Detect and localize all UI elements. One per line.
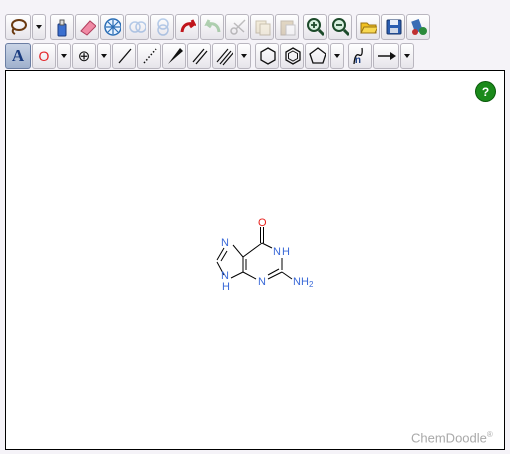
molecule-drawing[interactable]: O N H N N N H NH 2 — [212, 212, 322, 294]
open-button[interactable] — [356, 14, 380, 40]
bond-c2-nh2 — [281, 271, 293, 280]
cut-button[interactable] — [225, 14, 249, 40]
open-folder-icon — [360, 22, 377, 34]
arrow-dropdown-button[interactable] — [400, 43, 414, 69]
redo-icon — [204, 19, 221, 33]
single-bond-button[interactable] — [112, 43, 136, 69]
cut-icon — [230, 19, 246, 35]
settings-button[interactable] — [406, 14, 430, 40]
arrow-icon — [378, 52, 396, 60]
single-bond-icon — [118, 48, 132, 64]
atom-nh2-subscript: 2 — [309, 280, 314, 289]
flip-vertical-button[interactable] — [150, 14, 174, 40]
hashed-bond-icon — [143, 48, 157, 64]
center-icon — [104, 18, 121, 36]
copy-icon — [255, 20, 271, 36]
atom-nh2: NH — [293, 276, 309, 288]
zoom-in-button[interactable] — [303, 14, 327, 40]
charge-dropdown-button[interactable] — [97, 43, 111, 69]
atom-o: O — [258, 217, 267, 229]
element-dropdown-button[interactable] — [57, 43, 71, 69]
atom-n9-h: H — [222, 281, 230, 293]
chevron-down-icon — [101, 54, 107, 58]
flip-horizontal-icon — [129, 21, 146, 33]
atom-n1: N — [273, 246, 281, 258]
brand-name: ChemDoodle — [411, 430, 487, 446]
bond-n3-c4 — [242, 271, 257, 280]
label-tool-button[interactable]: A — [5, 43, 31, 69]
zoom-out-button[interactable] — [328, 14, 352, 40]
chevron-down-icon — [36, 25, 42, 29]
zoom-out-icon — [332, 18, 349, 37]
wedge-bond-button[interactable] — [162, 43, 186, 69]
lasso-button[interactable] — [5, 14, 31, 40]
benzene-icon — [285, 47, 301, 65]
lasso-dropdown-button[interactable] — [32, 14, 46, 40]
bond-c5-c6 — [242, 242, 263, 258]
eraser-icon — [80, 20, 96, 36]
bond-n9-c4 — [230, 271, 244, 279]
undo-icon — [180, 19, 196, 33]
help-icon: ? — [481, 84, 490, 99]
chevron-down-icon — [404, 54, 410, 58]
charge-icon: ⊕ — [77, 47, 91, 65]
copy-button[interactable] — [250, 14, 274, 40]
charge-button[interactable]: ⊕ — [72, 43, 96, 69]
cyclohexane-icon — [260, 47, 276, 65]
help-button[interactable]: ? — [476, 82, 495, 101]
hashed-bond-button[interactable] — [137, 43, 161, 69]
cyclohexane-button[interactable] — [255, 43, 279, 69]
cyclopentane-button[interactable] — [305, 43, 329, 69]
triple-bond-icon — [216, 48, 233, 66]
chevron-down-icon — [241, 54, 247, 58]
atom-n1-h: H — [282, 246, 290, 258]
bond-c2-n3 — [267, 271, 283, 280]
label-tool-icon: A — [11, 46, 25, 65]
clear-icon — [57, 19, 67, 37]
atom-n3: N — [258, 276, 266, 288]
atom-n7: N — [221, 237, 229, 249]
redo-button[interactable] — [200, 14, 224, 40]
chevron-down-icon — [334, 54, 340, 58]
bond-dropdown-button[interactable] — [237, 43, 251, 69]
ring-dropdown-button[interactable] — [330, 43, 344, 69]
paste-button[interactable] — [275, 14, 299, 40]
benzene-button[interactable] — [280, 43, 304, 69]
save-icon — [386, 19, 402, 35]
brand-mark: ® — [486, 430, 493, 439]
flip-horizontal-button[interactable] — [125, 14, 149, 40]
element-button[interactable]: O — [32, 43, 56, 69]
settings-icon — [411, 18, 427, 35]
main-toolbar — [5, 13, 431, 41]
chain-label: n — [354, 54, 361, 66]
brand-watermark: ChemDoodle® — [411, 430, 493, 445]
wedge-bond-icon — [168, 48, 183, 64]
chevron-down-icon — [61, 54, 67, 58]
undo-button[interactable] — [175, 14, 199, 40]
lasso-icon — [11, 19, 27, 35]
drawing-toolbar: A O ⊕ n — [5, 42, 415, 70]
save-button[interactable] — [381, 14, 405, 40]
double-bond-button[interactable] — [187, 43, 211, 69]
flip-vertical-icon — [157, 18, 169, 36]
paste-icon — [280, 20, 296, 36]
clear-button[interactable] — [50, 14, 74, 40]
cyclopentane-icon — [309, 47, 326, 64]
center-button[interactable] — [100, 14, 124, 40]
triple-bond-button[interactable] — [212, 43, 236, 69]
arrow-button[interactable] — [373, 43, 399, 69]
element-label: O — [38, 48, 50, 64]
chain-button[interactable]: n — [348, 43, 372, 69]
eraser-button[interactable] — [75, 14, 99, 40]
zoom-in-icon — [307, 18, 324, 37]
bond-c6-n1 — [261, 242, 273, 249]
bond-c5-n7 — [232, 244, 244, 258]
double-bond-icon — [192, 48, 208, 65]
